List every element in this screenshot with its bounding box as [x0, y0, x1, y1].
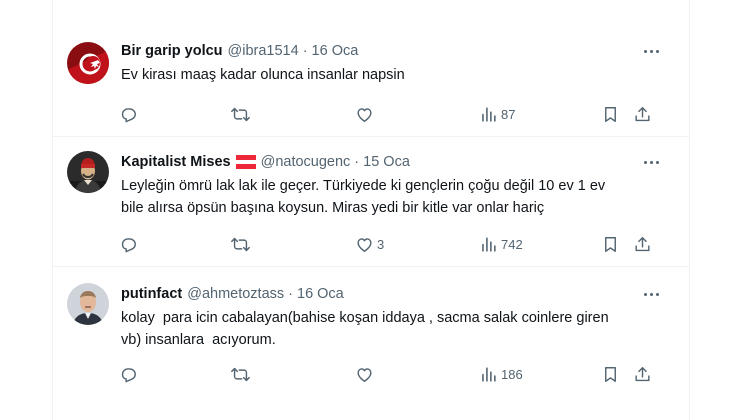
like-count: 3: [377, 236, 385, 252]
tweet-date[interactable]: 16 Oca: [297, 284, 344, 304]
view-count: 186: [501, 366, 523, 382]
views-icon: [479, 105, 498, 124]
avatar[interactable]: [67, 151, 109, 193]
tweet-actions: 87: [119, 103, 665, 125]
separator-dot: ·: [302, 43, 308, 59]
tweet-actions: 186: [119, 363, 665, 385]
like-icon: [355, 235, 374, 254]
austria-flag-icon: [235, 155, 256, 169]
display-name[interactable]: putinfact: [121, 284, 182, 304]
bookmark-icon: [601, 105, 620, 124]
reply-icon: [119, 365, 138, 384]
share-button[interactable]: [633, 363, 652, 385]
bookmark-icon: [601, 365, 620, 384]
more-icon[interactable]: [641, 152, 661, 172]
user-handle[interactable]: @ibra1514: [228, 41, 299, 61]
retweet-icon: [231, 235, 250, 254]
tweet-actions: 3 742: [119, 233, 665, 255]
bookmark-button[interactable]: [601, 233, 620, 255]
separator-dot: ·: [288, 286, 293, 302]
view-count: 87: [501, 106, 516, 122]
share-icon: [633, 235, 652, 254]
like-button[interactable]: 3: [355, 233, 384, 255]
reply-button[interactable]: [119, 233, 141, 255]
retweet-button[interactable]: [231, 233, 253, 255]
views-icon: [479, 365, 498, 384]
tweet[interactable]: Bir garip yolcu @ibra1514 · 16 Oca Ev ki…: [53, 28, 689, 136]
like-button[interactable]: [355, 103, 377, 125]
retweet-icon: [231, 365, 250, 384]
like-icon: [355, 105, 374, 124]
avatar[interactable]: [67, 283, 109, 325]
separator-dot: ·: [354, 154, 360, 170]
retweet-icon: [231, 105, 250, 124]
reply-button[interactable]: [119, 103, 141, 125]
share-button[interactable]: [633, 103, 652, 125]
share-button[interactable]: [633, 233, 652, 255]
like-button[interactable]: [355, 363, 377, 385]
views-button[interactable]: 87: [479, 103, 515, 125]
tweet[interactable]: putinfact @ahmetoztass · 16 Oca kolay pa…: [53, 266, 689, 395]
retweet-button[interactable]: [231, 103, 253, 125]
share-icon: [633, 365, 652, 384]
user-handle[interactable]: @natocugenc: [261, 152, 351, 172]
reply-icon: [119, 105, 138, 124]
tweet[interactable]: Kapitalist Mises @natocugenc · 15 Oca Le…: [53, 136, 689, 267]
tweet-text: Ev kirası maaş kadar olunca insanlar nap…: [121, 67, 405, 83]
views-button[interactable]: 742: [479, 233, 523, 255]
user-handle[interactable]: @ahmetoztass: [187, 284, 284, 304]
retweet-button[interactable]: [231, 363, 253, 385]
reply-button[interactable]: [119, 363, 141, 385]
display-name[interactable]: Kapitalist Mises: [121, 152, 231, 172]
tweet-text: Leyleğin ömrü lak lak ile geçer. Türkiye…: [121, 178, 606, 216]
views-icon: [479, 235, 498, 254]
bookmark-button[interactable]: [601, 363, 620, 385]
display-name[interactable]: Bir garip yolcu: [121, 41, 223, 61]
tweet-feed: Bir garip yolcu @ibra1514 · 16 Oca Ev ki…: [52, 0, 690, 420]
bookmark-button[interactable]: [601, 103, 620, 125]
tweet-date[interactable]: 15 Oca: [363, 152, 410, 172]
more-icon[interactable]: [641, 41, 661, 61]
tweet-date[interactable]: 16 Oca: [312, 41, 359, 61]
view-count: 742: [501, 236, 523, 252]
share-icon: [633, 105, 652, 124]
avatar[interactable]: [67, 42, 109, 84]
reply-icon: [119, 235, 138, 254]
like-icon: [355, 365, 374, 384]
more-icon[interactable]: [641, 284, 661, 304]
tweet-text: kolay para icin cabalayan(bahise koşan i…: [121, 310, 609, 348]
bookmark-icon: [601, 235, 620, 254]
views-button[interactable]: 186: [479, 363, 523, 385]
